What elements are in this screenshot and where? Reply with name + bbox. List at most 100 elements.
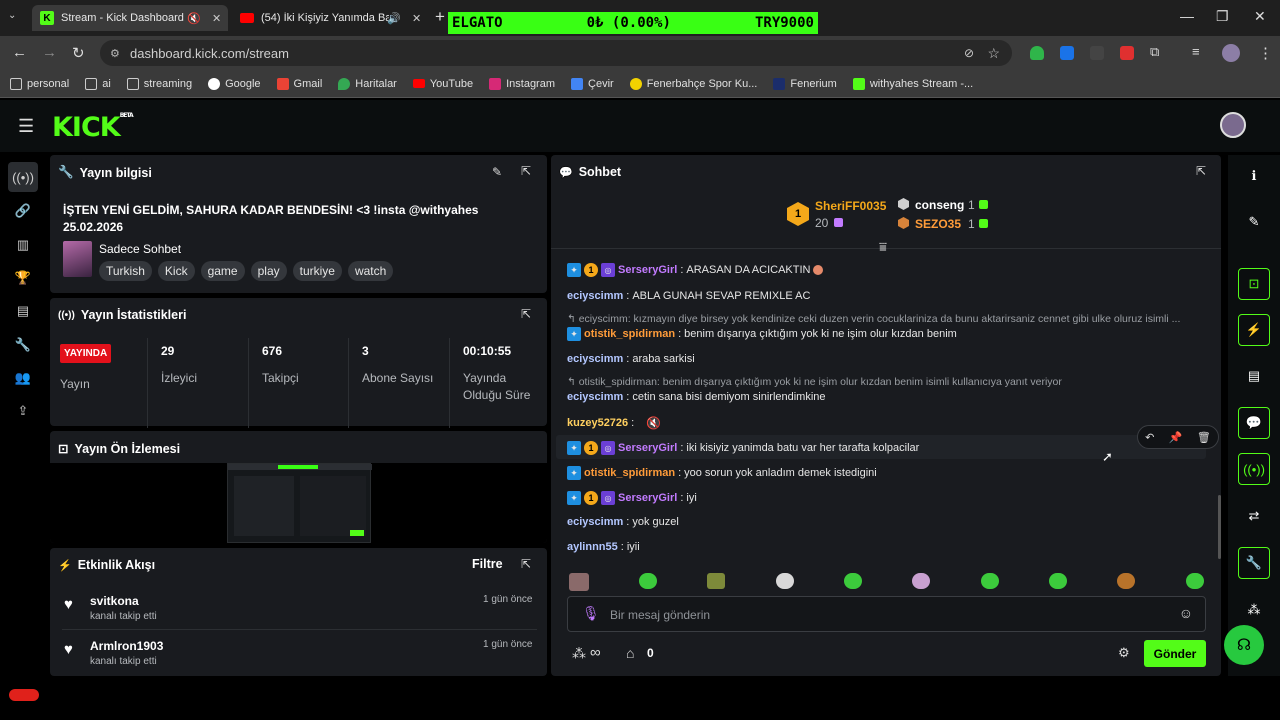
edit-pencil-icon[interactable]: ✎ — [1238, 206, 1270, 238]
chat-message[interactable]: kuzey52726: 🔇 — [567, 416, 661, 430]
tab-search-icon[interactable]: ⌄ — [8, 10, 16, 21]
user-avatar[interactable] — [1220, 112, 1246, 138]
leaderboard-user[interactable]: SheriFF0035 — [815, 199, 886, 213]
chat-bubble-icon[interactable]: 💬 — [1238, 407, 1270, 439]
delete-icon[interactable]: 🗑 — [1197, 431, 1211, 444]
tab-youtube[interactable]: (54) İki Kişiyiz Yanımda Batu 🔊 ✕ — [232, 5, 428, 31]
reply-preview[interactable]: ↰ eciyscimm: kızmayın diye birsey yok ke… — [567, 313, 1180, 325]
tag-chip[interactable]: Kick — [157, 261, 195, 281]
emote-icon[interactable] — [1117, 573, 1135, 589]
chat-message[interactable]: eciyscimm: cetin sana bisi demiyom sinir… — [567, 391, 826, 403]
bookmark-star-icon[interactable]: ☆ — [987, 45, 1000, 62]
chat-username[interactable]: aylinnn55 — [567, 541, 618, 553]
chat-username[interactable]: otistik_spidirman — [584, 328, 675, 340]
tag-chip[interactable]: watch — [347, 261, 394, 281]
reply-icon[interactable]: ↶ — [1145, 431, 1154, 444]
puzzle-icon[interactable]: ⧉ — [1150, 44, 1159, 60]
emote-icon[interactable] — [1186, 573, 1204, 589]
popout-icon[interactable]: ⇱ — [1196, 164, 1206, 178]
preview-video[interactable] — [227, 463, 372, 543]
chat-message[interactable]: ✦ otistik_spidirman: yoo sorun yok anlad… — [567, 466, 877, 480]
bookmark-streaming[interactable]: streaming — [126, 77, 192, 90]
mute-icon[interactable]: 🔇 — [187, 12, 201, 25]
chat-username[interactable]: eciyscimm — [567, 516, 623, 528]
collapse-leaderboard-icon[interactable]: ⩸ — [879, 239, 887, 255]
camera-scene-icon[interactable]: ⊡ — [1238, 268, 1270, 300]
emote-icon[interactable] — [981, 573, 999, 589]
chat-message[interactable]: aylinnn55: iyii — [567, 541, 640, 553]
wrench-icon[interactable]: 🔧 — [14, 336, 32, 354]
video-swap-icon[interactable]: ⇄ — [1238, 500, 1270, 532]
bookmark-withyahes[interactable]: withyahes Stream -... — [852, 77, 973, 90]
chat-message[interactable]: ✦ 1 ◎ SerseryGirl: iyi — [567, 491, 697, 505]
media-control-icon[interactable]: ≡ — [1192, 44, 1200, 59]
chat-message[interactable]: ✦ otistik_spidirman: benim dışarıya çıkt… — [567, 327, 957, 341]
window-close-icon[interactable]: ✕ — [1254, 8, 1266, 25]
chat-message[interactable]: eciyscimm: ABLA GUNAH SEVAP REMIXLE AC — [567, 290, 810, 302]
emote-icon[interactable] — [1049, 573, 1067, 589]
send-button[interactable]: Gönder — [1144, 640, 1206, 667]
filter-button[interactable]: Filtre — [472, 557, 503, 571]
bookmark-fenerium[interactable]: Fenerium — [773, 77, 837, 90]
tag-chip[interactable]: game — [200, 261, 245, 281]
wrench-icon[interactable]: 🔧 — [1238, 547, 1270, 579]
broadcast-icon[interactable]: ((•)) — [1238, 453, 1270, 485]
chat-scrollbar[interactable] — [1218, 495, 1221, 559]
url-bar[interactable]: ⚙ dashboard.kick.com/stream ⊘ ☆ — [100, 40, 1012, 66]
emoji-picker-icon[interactable]: ☺ — [1179, 605, 1193, 621]
leaderboard-user[interactable]: conseng — [915, 198, 964, 212]
minimize-icon[interactable]: — — [1180, 8, 1194, 24]
bookmark-gmail[interactable]: Gmail — [276, 77, 322, 90]
chat-username[interactable]: SerseryGirl — [618, 442, 677, 454]
leaderboard-user[interactable]: SEZO35 — [915, 217, 961, 231]
tag-chip[interactable]: Turkish — [99, 261, 152, 281]
kick-logo[interactable]: KICKBETA — [52, 112, 134, 143]
trophy-icon[interactable]: 🏆 — [14, 269, 32, 287]
shield-extension-icon[interactable] — [1030, 46, 1044, 60]
reload-icon[interactable]: ↻ — [72, 44, 85, 62]
tag-chip[interactable]: play — [250, 261, 287, 281]
menu-kebab-icon[interactable]: ⋮ — [1258, 44, 1273, 62]
forward-icon[interactable]: → — [42, 44, 57, 61]
popout-icon[interactable]: ⇱ — [521, 164, 531, 178]
popout-icon[interactable]: ⇱ — [521, 557, 531, 571]
bookmark-ai[interactable]: ai — [85, 77, 111, 90]
tab-kick-dashboard[interactable]: K Stream - Kick Dashboard 🔇 ✕ — [32, 5, 228, 31]
info-icon[interactable]: ℹ — [1238, 160, 1270, 192]
activity-user[interactable]: svitkona — [90, 594, 139, 608]
bookmark-maps[interactable]: Haritalar — [338, 77, 397, 90]
bookmark-fenerbahce[interactable]: Fenerbahçe Spor Ku... — [629, 77, 757, 90]
site-info-icon[interactable]: ⚙ — [110, 47, 120, 60]
chat-settings-gear-icon[interactable]: ⚙ — [1118, 645, 1130, 661]
activity-user[interactable]: Armlron1903 — [90, 639, 163, 653]
store-icon[interactable]: ⌂ — [626, 645, 634, 661]
new-tab-button[interactable]: + — [435, 7, 445, 27]
pin-icon[interactable]: 📌 — [1169, 431, 1183, 444]
lightning-icon[interactable]: ⚡ — [1238, 314, 1270, 346]
chat-username[interactable]: eciyscimm — [567, 290, 623, 302]
analytics-icon[interactable]: ▥ — [14, 236, 32, 254]
emote-icon[interactable] — [912, 573, 930, 589]
close-icon[interactable]: ✕ — [212, 12, 221, 25]
chat-username[interactable]: SerseryGirl — [618, 264, 677, 276]
profile-avatar[interactable] — [1222, 44, 1240, 62]
youtube-extension-icon[interactable] — [1120, 46, 1134, 60]
popout-icon[interactable]: ⇱ — [521, 307, 531, 321]
close-icon[interactable]: ✕ — [412, 12, 421, 25]
microphone-icon[interactable]: 🎙 — [582, 605, 600, 622]
category-name[interactable]: Sadece Sohbet — [99, 242, 181, 256]
extension-icon[interactable] — [1090, 46, 1104, 60]
emote-icon[interactable] — [844, 573, 862, 589]
share-dots-icon[interactable]: ⁂ — [1238, 594, 1270, 626]
chat-username[interactable]: SerseryGirl — [618, 492, 677, 504]
chat-username[interactable]: kuzey52726 — [567, 417, 628, 429]
reply-preview[interactable]: ↰ otistik_spidirman: benim dışarıya çıkt… — [567, 376, 1062, 388]
chat-message[interactable]: eciyscimm: araba sarkisi — [567, 353, 695, 365]
bookmark-translate[interactable]: Çevir — [571, 77, 614, 90]
emote-icon[interactable] — [707, 573, 725, 589]
emote-icon[interactable] — [776, 573, 794, 589]
bookmark-youtube[interactable]: YouTube — [412, 78, 473, 90]
chat-input[interactable]: 🎙 Bir mesaj gönderin ☺ — [567, 596, 1206, 632]
bookmark-personal[interactable]: personal — [10, 77, 69, 90]
emote-avatar-icon[interactable] — [569, 573, 589, 591]
